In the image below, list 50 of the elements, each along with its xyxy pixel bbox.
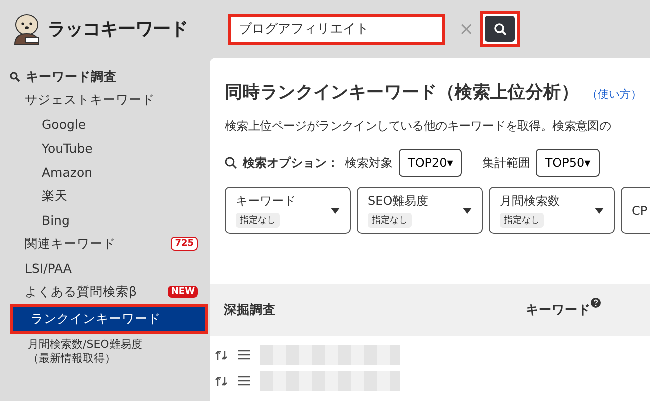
count-badge: 725 bbox=[171, 237, 198, 251]
swap-arrows-icon[interactable] bbox=[215, 350, 228, 360]
sidebar-item[interactable]: Amazon bbox=[42, 160, 210, 184]
option-select[interactable]: TOP20▾ bbox=[399, 149, 462, 177]
filter-value-tag: 指定なし bbox=[368, 213, 412, 228]
search-icon bbox=[225, 157, 237, 169]
sidebar-item[interactable]: よくある質問検索β NEW bbox=[25, 280, 210, 304]
search-field[interactable]: ブログアフィリエイト bbox=[228, 14, 445, 44]
filter-label: 月間検索数 bbox=[500, 193, 560, 210]
option-select[interactable]: TOP50▾ bbox=[536, 149, 600, 177]
sidebar-item[interactable]: 月間検索数/SEO難易度 （最新情報取得） bbox=[28, 334, 210, 366]
section-heading: キーワード調査 bbox=[26, 68, 117, 86]
column-header: キーワード bbox=[526, 302, 591, 318]
filter-value-tag: 指定なし bbox=[236, 213, 280, 228]
filter-dropdown[interactable]: SEO難易度 指定なし bbox=[357, 187, 483, 234]
sidebar-item[interactable]: ランクインキーワード bbox=[10, 304, 208, 334]
filter-dropdown[interactable]: CP bbox=[621, 187, 650, 234]
option-label: 検索対象 bbox=[345, 154, 393, 172]
menu-icon[interactable] bbox=[238, 350, 250, 360]
filter-dropdown[interactable]: 月間検索数 指定なし bbox=[489, 187, 615, 234]
options-label: 検索オプション： bbox=[243, 154, 339, 172]
column-header: 深掘調査 bbox=[224, 302, 277, 318]
how-to-link[interactable]: （使い方） bbox=[587, 87, 642, 102]
filter-label: SEO難易度 bbox=[368, 193, 429, 210]
sidebar-item[interactable]: 楽天 bbox=[42, 184, 210, 208]
search-button[interactable] bbox=[480, 11, 520, 47]
new-badge: NEW bbox=[168, 286, 198, 298]
filter-value-tag: 指定なし bbox=[500, 213, 544, 228]
caret-icon bbox=[331, 208, 340, 214]
menu-icon[interactable] bbox=[238, 376, 250, 386]
brand-name: ラッコキーワード bbox=[48, 18, 189, 41]
page-title: 同時ランクインキーワード（検索上位分析） bbox=[225, 82, 580, 104]
description-text: 検索上位ページがランクインしている他のキーワードを取得。検索意図の bbox=[225, 118, 612, 135]
sidebar-item[interactable]: Google bbox=[42, 112, 210, 136]
mascot-drawing bbox=[12, 13, 42, 45]
caret-icon bbox=[463, 208, 472, 214]
search-icon bbox=[494, 22, 507, 36]
search-icon bbox=[10, 72, 20, 82]
help-icon[interactable] bbox=[591, 298, 601, 308]
filter-label: キーワード bbox=[236, 193, 296, 210]
filter-label: CP bbox=[632, 204, 648, 218]
sidebar-item[interactable]: サジェストキーワード bbox=[25, 88, 210, 112]
sidebar-item[interactable]: YouTube bbox=[42, 136, 210, 160]
sidebar-item[interactable]: Bing bbox=[42, 208, 210, 232]
sidebar-item[interactable]: 関連キーワード 725 bbox=[25, 232, 210, 256]
swap-arrows-icon[interactable] bbox=[215, 376, 228, 386]
option-label: 集計範囲 bbox=[482, 154, 530, 172]
sidebar-item[interactable]: LSI/PAA bbox=[25, 256, 210, 280]
caret-icon bbox=[595, 208, 604, 214]
filter-dropdown[interactable]: キーワード 指定なし bbox=[225, 187, 351, 234]
